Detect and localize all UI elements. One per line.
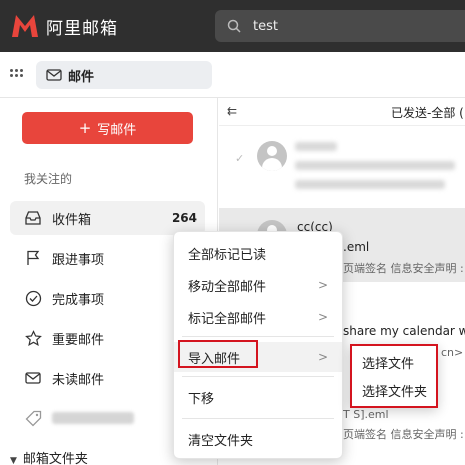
star-icon	[24, 329, 42, 347]
inbox-icon	[24, 209, 42, 227]
folder-title: 已发送-全部 (1	[391, 106, 465, 120]
chevron-right-icon: >	[317, 278, 328, 292]
menu-item-move-down[interactable]: 下移	[174, 382, 342, 412]
envelope-icon	[24, 369, 42, 387]
mail-meta: cn>	[441, 346, 464, 359]
sidebar-item-label: 跟进事项	[52, 252, 105, 268]
tab-mail[interactable]: 邮件	[36, 61, 212, 89]
tab-mail-label: 邮件	[68, 69, 95, 85]
highlight-box-import	[178, 340, 258, 368]
folder-section-label: 邮箱文件夹	[22, 452, 88, 465]
app-grid-icon[interactable]	[10, 69, 24, 81]
chevron-right-icon: >	[317, 350, 328, 364]
avatar	[257, 141, 287, 171]
check-circle-icon	[24, 289, 42, 307]
tag-icon	[24, 409, 42, 427]
sidebar-item-label: 完成事项	[52, 292, 105, 308]
menu-item-label: 清空文件夹	[188, 433, 254, 449]
menu-divider	[182, 376, 334, 377]
menu-item-label: 全部标记已读	[188, 247, 267, 263]
sidebar-item-inbox[interactable]: 收件箱 264	[10, 201, 205, 235]
mail-subject: share my calendar with	[343, 324, 465, 338]
mail-attachment: T S].eml	[343, 408, 389, 421]
redacted-preview	[295, 180, 445, 189]
menu-divider	[182, 418, 334, 419]
menu-item-label: 移动全部邮件	[188, 279, 267, 295]
caret-down-icon: ▼	[10, 456, 17, 465]
redacted-sender	[295, 142, 337, 151]
envelope-icon	[46, 69, 62, 81]
app-name: 阿里邮箱	[46, 18, 118, 39]
menu-item-label: 下移	[188, 391, 215, 407]
context-menu: 全部标记已读 移动全部邮件 > 标记全部邮件 > 导入邮件 > 下移 清空文件夹	[173, 231, 343, 459]
menu-item-label: 标记全部邮件	[188, 311, 267, 327]
sidebar-item-label: 收件箱	[52, 212, 92, 228]
menu-item-move-all[interactable]: 移动全部邮件 >	[174, 270, 342, 300]
folder-section-header[interactable]: ▼ 邮箱文件夹	[10, 448, 88, 465]
mail-row[interactable]: ✓	[219, 128, 465, 206]
import-submenu: 选择文件 选择文件夹	[350, 344, 438, 408]
checkmark-icon: ✓	[235, 152, 245, 165]
redacted-subject	[295, 161, 455, 170]
sidebar-item-label: 重要邮件	[52, 332, 105, 348]
search-input[interactable]	[253, 18, 433, 34]
top-bar: 阿里邮箱	[0, 0, 465, 52]
redacted-tag-label	[52, 412, 134, 424]
unread-count: 264	[171, 211, 197, 225]
app-bar: 邮件	[0, 52, 465, 98]
logo-m-icon	[12, 15, 38, 37]
section-label-followed: 我关注的	[24, 172, 73, 186]
list-header: ⇇ 已发送-全部 (1	[219, 98, 465, 126]
menu-item-empty-folder[interactable]: 清空文件夹	[174, 424, 342, 454]
chevron-right-icon: >	[317, 310, 328, 324]
flag-icon	[24, 249, 42, 267]
search-icon	[227, 19, 241, 33]
menu-item-mark-all-read[interactable]: 全部标记已读	[174, 238, 342, 268]
sidebar-item-label: 未读邮件	[52, 372, 105, 388]
compose-button[interactable]: + 写邮件	[22, 112, 193, 144]
menu-item-mark-all[interactable]: 标记全部邮件 >	[174, 302, 342, 332]
search-box[interactable]	[215, 10, 465, 42]
highlight-box-submenu	[350, 344, 438, 408]
menu-divider	[182, 336, 334, 337]
compose-label: 写邮件	[97, 122, 137, 138]
collapse-sidebar-icon[interactable]: ⇇	[227, 104, 237, 118]
app-logo[interactable]: 阿里邮箱	[10, 12, 118, 40]
mail-preview: 页端签名 信息安全声明 :	[343, 262, 464, 275]
mail-preview: 页端签名 信息安全声明 :	[343, 428, 464, 441]
plus-icon: +	[78, 119, 92, 137]
mail-subject: .eml	[343, 240, 370, 254]
